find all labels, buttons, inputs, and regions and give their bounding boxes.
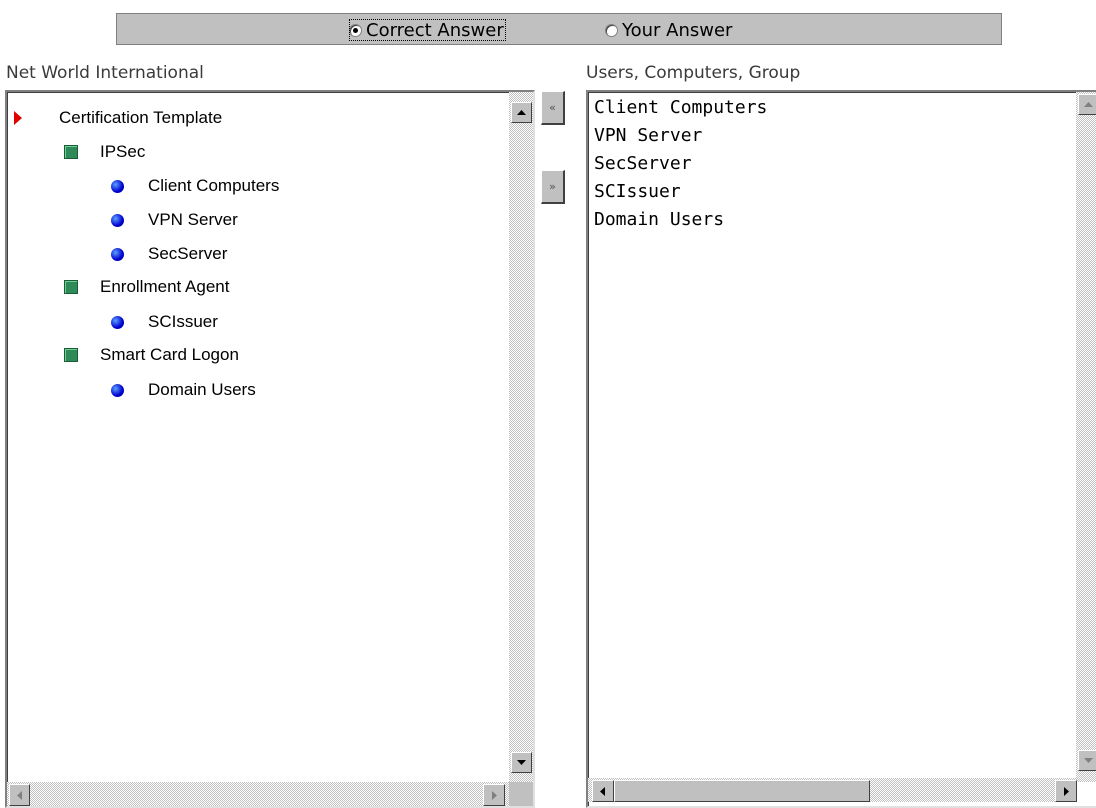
list-item[interactable]: Domain Users <box>594 209 724 230</box>
arrow-right-icon <box>1064 786 1069 796</box>
arrow-up-icon <box>1084 101 1093 107</box>
arrow-down-icon <box>517 759 526 765</box>
tree-item-secserver[interactable]: SecServer <box>111 242 227 266</box>
radio-selected-icon <box>349 23 362 37</box>
list-item[interactable]: SecServer <box>594 153 692 174</box>
scroll-right-button[interactable] <box>483 784 505 806</box>
move-left-button[interactable]: « <box>541 91 565 125</box>
list-item[interactable]: Client Computers <box>594 97 767 118</box>
arrow-left-icon <box>600 786 605 796</box>
radio-unselected-icon <box>605 23 618 37</box>
tree-item-vpn-server[interactable]: VPN Server <box>111 208 238 232</box>
green-square-icon <box>64 348 78 362</box>
tree-item-client-computers[interactable]: Client Computers <box>111 174 279 198</box>
tree-item-domain-users[interactable]: Domain Users <box>111 378 256 402</box>
scroll-down-button[interactable] <box>1078 750 1096 771</box>
scrollbar-corner <box>509 782 533 806</box>
arrow-down-icon <box>1084 757 1093 763</box>
tree-item-label: Certification Template <box>59 108 223 127</box>
scroll-right-button[interactable] <box>1055 780 1077 802</box>
red-arrow-icon <box>14 111 22 125</box>
blue-dot-icon <box>111 213 124 227</box>
double-left-arrow-icon: « <box>549 101 556 114</box>
scroll-up-button[interactable] <box>511 102 532 123</box>
arrow-right-icon <box>492 790 497 800</box>
your-answer-label: Your Answer <box>622 19 733 41</box>
list-item[interactable]: VPN Server <box>594 125 702 146</box>
move-right-button[interactable]: » <box>541 170 565 204</box>
blue-dot-icon <box>111 247 124 261</box>
blue-dot-icon <box>111 315 124 329</box>
tree-item-ipsec[interactable]: IPSec <box>64 140 145 164</box>
tree-item-label: SCIssuer <box>148 312 218 331</box>
tree-item-label: VPN Server <box>148 210 238 229</box>
tree-item-label: Domain Users <box>148 380 256 399</box>
scroll-left-button[interactable] <box>592 780 614 802</box>
list-horizontal-scrollbar[interactable] <box>588 778 1077 802</box>
tree-item-enrollment-agent[interactable]: Enrollment Agent <box>64 275 229 299</box>
answer-toggle-bar: Correct Answer Your Answer <box>116 13 1002 45</box>
correct-answer-radio[interactable]: Correct Answer <box>349 19 506 41</box>
tree-item-smart-card-logon[interactable]: Smart Card Logon <box>64 343 239 367</box>
list-vertical-scrollbar[interactable] <box>1076 92 1096 782</box>
scroll-down-button[interactable] <box>511 752 532 773</box>
tree-item-label: Enrollment Agent <box>100 277 230 296</box>
tree-item-label: Smart Card Logon <box>100 345 239 364</box>
correct-answer-label: Correct Answer <box>366 19 504 41</box>
scroll-left-button[interactable] <box>9 784 30 806</box>
arrow-left-icon <box>16 790 22 800</box>
tree-item-scissuer[interactable]: SCIssuer <box>111 310 218 334</box>
certificate-tree-panel: Certification Template IPSec Client Comp… <box>5 90 535 808</box>
tree-item-certification-template[interactable]: Certification Template <box>13 106 222 130</box>
arrow-up-icon <box>517 109 526 115</box>
green-square-icon <box>64 145 78 159</box>
left-panel-label: Net World International <box>6 63 204 83</box>
green-square-icon <box>64 280 78 294</box>
your-answer-radio[interactable]: Your Answer <box>605 19 732 41</box>
tree-horizontal-scrollbar[interactable] <box>7 782 509 806</box>
users-computers-list-panel: Client Computers VPN Server SecServer SC… <box>586 90 1096 808</box>
blue-dot-icon <box>111 179 124 193</box>
double-right-arrow-icon: » <box>549 180 556 193</box>
right-panel-label: Users, Computers, Group <box>586 63 801 83</box>
scroll-up-button[interactable] <box>1078 94 1096 115</box>
blue-dot-icon <box>111 383 124 397</box>
list-item[interactable]: SCIssuer <box>594 181 681 202</box>
tree-item-label: IPSec <box>100 142 146 161</box>
scroll-thumb[interactable] <box>614 780 870 802</box>
tree-vertical-scrollbar[interactable] <box>509 92 533 782</box>
tree-item-label: SecServer <box>148 244 228 263</box>
tree-item-label: Client Computers <box>148 176 280 195</box>
